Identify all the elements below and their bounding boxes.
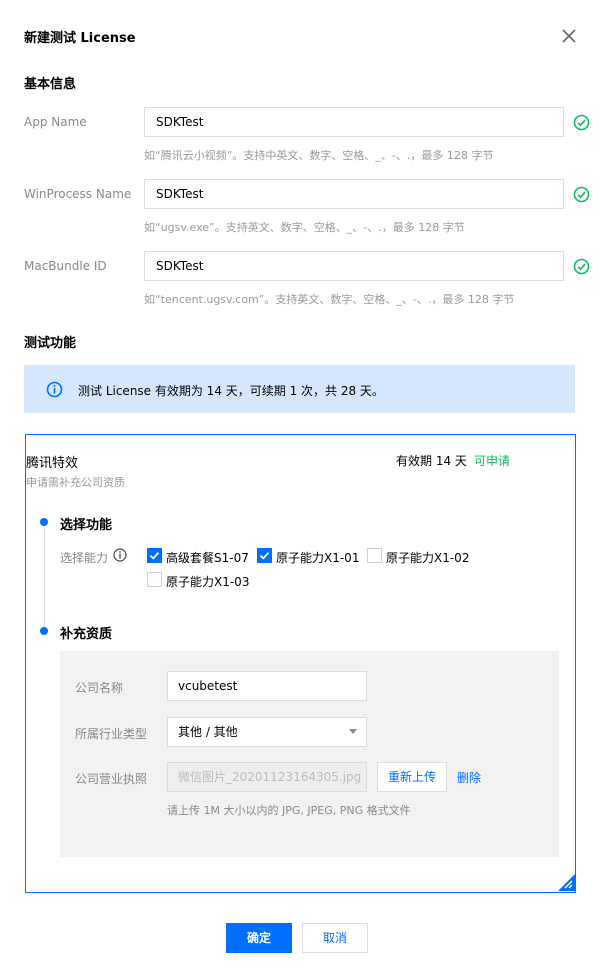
app-name-label: App Name	[24, 115, 87, 129]
industry-label: 所属行业类型	[75, 727, 148, 741]
upload-hint: 请上传 1M 大小以内的 JPG, JPEG, PNG 格式文件	[167, 804, 411, 817]
checkbox-x1-01[interactable]	[257, 548, 272, 563]
checkbox-x1-03[interactable]	[147, 572, 162, 587]
confirm-button[interactable]: 确定	[226, 923, 292, 953]
step-dot	[40, 627, 48, 635]
checkmark-icon	[149, 552, 160, 560]
checkbox-x1-02[interactable]	[367, 548, 382, 563]
ability-label: 选择能力	[60, 551, 109, 565]
info-icon	[46, 381, 63, 398]
business-license-label: 公司营业执照	[75, 772, 148, 786]
checkmark-icon	[259, 552, 270, 560]
app-name-input[interactable]: SDKTest	[144, 107, 564, 137]
card-title: 腾讯特效	[26, 456, 79, 471]
app-name-hint: 如“腾讯云小视频”。支持中英文、数字、空格、_、-、.，最多 128 字节	[144, 149, 494, 162]
license-file-field: 微信图片_20201123164305.jpg	[167, 762, 367, 792]
step-dot	[40, 518, 48, 526]
option-label[interactable]: 原子能力X1-01	[276, 549, 359, 566]
help-icon[interactable]	[113, 548, 127, 562]
status-badge: 可申请	[474, 454, 511, 468]
macbundle-id-hint: 如“tencent.ugsv.com”。支持英文、数字、空格、_、-、.，最多 …	[144, 293, 515, 306]
option-label[interactable]: 原子能力X1-02	[386, 549, 469, 566]
cancel-button[interactable]: 取消	[302, 923, 368, 953]
check-circle-icon	[573, 114, 590, 131]
test-features-heading: 测试功能	[24, 336, 77, 351]
resize-corner-icon[interactable]	[558, 874, 575, 891]
macbundle-id-input[interactable]: SDKTest	[144, 251, 564, 281]
validity-text: 有效期 14 天	[396, 454, 467, 468]
macbundle-id-label: MacBundle ID	[24, 259, 107, 273]
company-name-input[interactable]: vcubetest	[167, 671, 367, 701]
winprocess-name-hint: 如“ugsv.exe”。支持英文、数字、空格、_、-、.，最多 128 字节	[144, 221, 465, 234]
check-circle-icon	[573, 258, 590, 275]
chevron-down-icon	[349, 729, 357, 734]
industry-select[interactable]: 其他 / 其他	[167, 717, 367, 747]
checkbox-s1-07[interactable]	[147, 548, 162, 563]
supplement-qualification-title: 补充资质	[60, 627, 113, 642]
check-circle-icon	[573, 186, 590, 203]
basic-info-heading: 基本信息	[24, 77, 77, 92]
step-connector	[44, 527, 45, 627]
select-feature-title: 选择功能	[60, 518, 113, 533]
option-label[interactable]: 高级套餐S1-07	[166, 549, 249, 566]
notice-text: 测试 License 有效期为 14 天，可续期 1 次，共 28 天。	[78, 384, 384, 398]
company-name-label: 公司名称	[75, 681, 124, 695]
dialog-title: 新建测试 License	[24, 31, 136, 46]
delete-link[interactable]: 删除	[457, 769, 481, 786]
option-label[interactable]: 原子能力X1-03	[166, 573, 249, 590]
winprocess-name-label: WinProcess Name	[24, 187, 132, 201]
winprocess-name-input[interactable]: SDKTest	[144, 179, 564, 209]
close-icon[interactable]	[561, 28, 577, 44]
card-subtitle: 申请需补充公司资质	[26, 476, 125, 489]
reupload-button[interactable]: 重新上传	[377, 762, 447, 792]
